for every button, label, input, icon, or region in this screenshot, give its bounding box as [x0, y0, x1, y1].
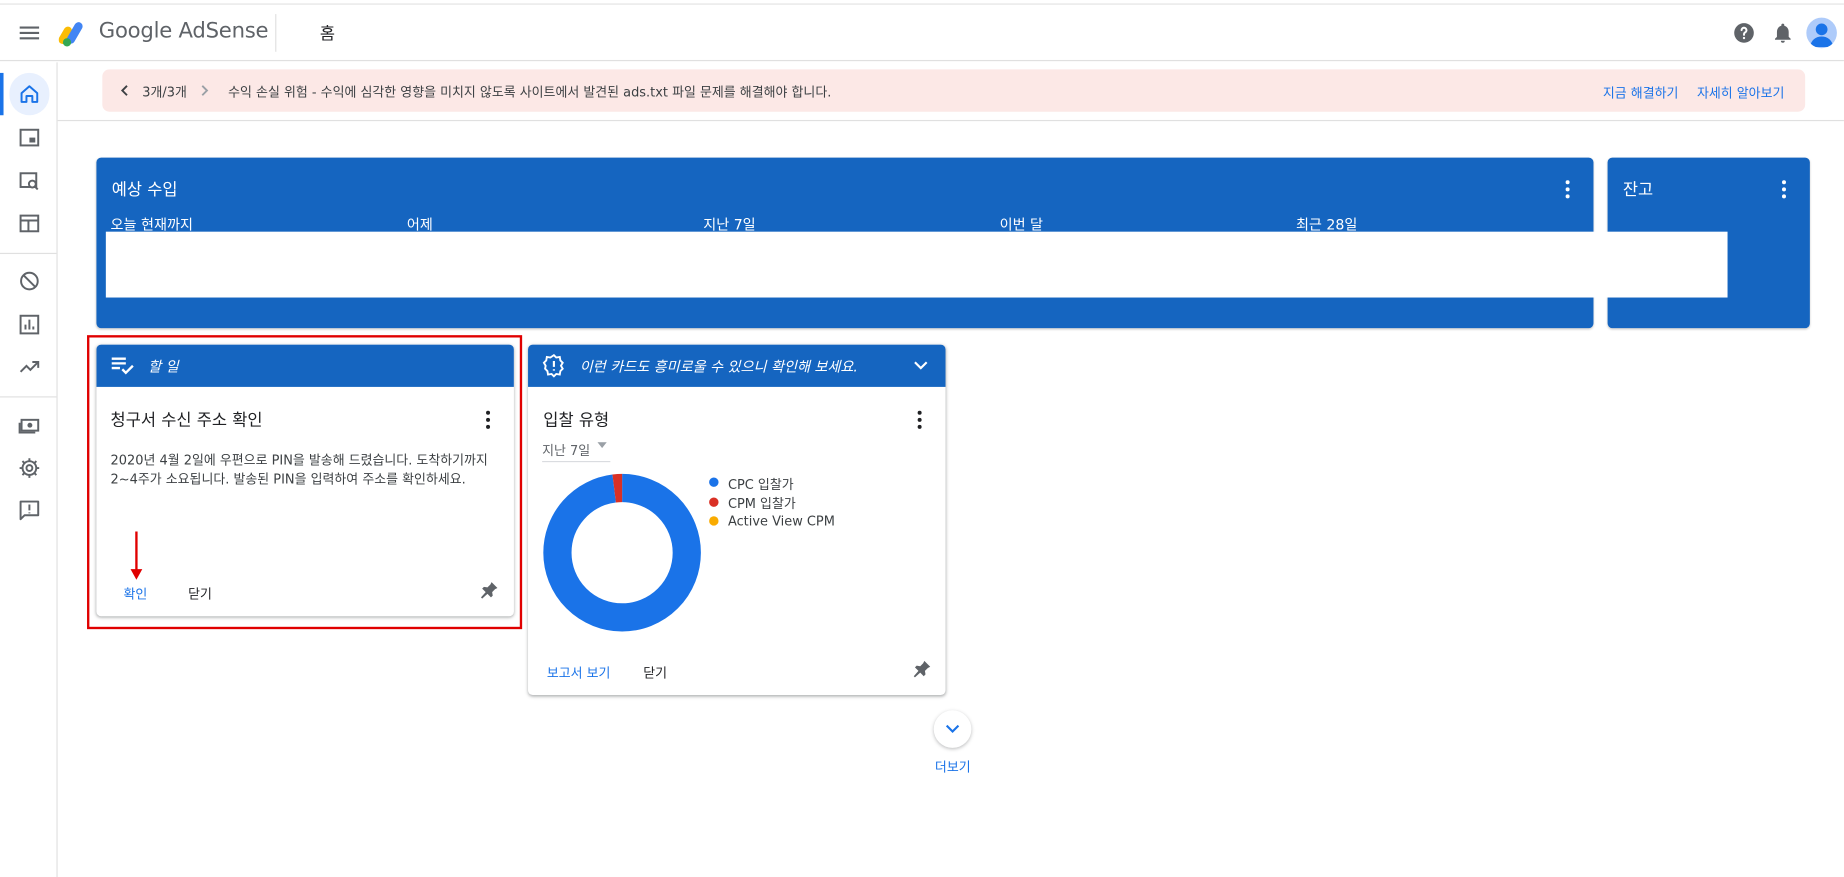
donut-slice-cpc-입찰가 — [543, 473, 701, 632]
balance-title: 잔고 — [1622, 181, 1654, 200]
page-title: 홈 — [319, 24, 336, 44]
notifications-icon[interactable] — [1771, 21, 1795, 45]
earnings-title: 예상 수입 — [111, 181, 178, 200]
account-avatar[interactable] — [1806, 17, 1837, 49]
bid-card-title: 입찰 유형 — [543, 411, 610, 431]
view-report-button[interactable]: 보고서 보기 — [547, 663, 611, 682]
web-layout-icon[interactable] — [18, 212, 42, 236]
banner-counter: 3개/3개 — [142, 84, 187, 100]
app-name: Google AdSense — [98, 18, 269, 44]
bid-type-card: 이런 카드도 흥미로울 수 있으니 확인해 보세요. 입찰 유형 지난 7일 C… — [528, 344, 946, 696]
legend-dot-cpc — [709, 477, 719, 487]
reports-icon[interactable] — [18, 313, 42, 337]
chevron-left-icon[interactable] — [119, 85, 131, 97]
chevron-down-icon[interactable] — [914, 360, 928, 372]
arrow-down-icon — [130, 531, 143, 580]
new-badge-icon — [542, 353, 564, 378]
legend-label-active-view: Active View CPM — [727, 513, 835, 530]
active-indicator — [0, 72, 4, 116]
legend-dot-active-view — [709, 516, 719, 526]
legend-label-cpc: CPC 입찰가 — [727, 477, 794, 493]
sidebar-divider — [0, 252, 57, 255]
payments-icon[interactable] — [18, 414, 42, 438]
feedback-icon[interactable] — [18, 499, 42, 523]
bid-card-header: 이런 카드도 흥미로울 수 있으니 확인해 보세요. — [528, 344, 946, 387]
highlight-box — [87, 335, 523, 630]
legend-label-cpm: CPM 입찰가 — [727, 496, 796, 512]
show-more-button[interactable] — [933, 710, 972, 748]
help-icon[interactable] — [1732, 21, 1756, 45]
bid-card-header-label: 이런 카드도 흥미로울 수 있으니 확인해 보세요. — [579, 358, 858, 376]
block-icon[interactable] — [18, 269, 42, 293]
more-options-icon[interactable] — [1781, 180, 1787, 199]
banner-divider — [57, 119, 1844, 122]
fix-now-link[interactable]: 지금 해결하기 — [1603, 83, 1679, 102]
header-divider — [275, 14, 277, 52]
menu-icon[interactable] — [16, 20, 42, 46]
alert-banner: 3개/3개 수익 손실 위험 - 수익에 심각한 영향을 미치지 않도록 사이트… — [102, 69, 1806, 112]
adsense-logo-icon — [58, 22, 83, 47]
earnings-values-area — [105, 231, 1728, 298]
home-icon[interactable] — [18, 82, 42, 106]
dismiss-button[interactable]: 닫기 — [643, 663, 667, 682]
side-navigation — [0, 62, 58, 877]
learn-more-link[interactable]: 자세히 알아보기 — [1697, 83, 1784, 102]
bid-type-donut-chart — [543, 473, 701, 632]
person-icon — [1809, 23, 1834, 48]
app-header: Google AdSense 홈 — [0, 4, 1844, 62]
pin-icon[interactable] — [913, 660, 932, 679]
chevron-right-icon[interactable] — [199, 85, 211, 97]
period-value: 지난 7일 — [542, 443, 591, 459]
sidebar-divider — [0, 396, 57, 398]
legend-dot-cpm — [709, 497, 719, 507]
settings-icon[interactable] — [18, 456, 42, 480]
dropdown-arrow-icon — [597, 442, 607, 449]
show-more-label[interactable]: 더보기 — [935, 757, 971, 776]
more-options-icon[interactable] — [1565, 180, 1570, 199]
ads-icon[interactable] — [18, 126, 42, 150]
period-dropdown[interactable]: 지난 7일 — [542, 437, 611, 463]
more-options-icon[interactable] — [917, 410, 922, 429]
banner-message: 수익 손실 위험 - 수익에 심각한 영향을 미치지 않도록 사이트에서 발견된… — [228, 84, 832, 100]
chevron-down-icon — [945, 724, 960, 733]
optimization-icon[interactable] — [18, 355, 42, 379]
site-search-icon[interactable] — [18, 169, 42, 193]
